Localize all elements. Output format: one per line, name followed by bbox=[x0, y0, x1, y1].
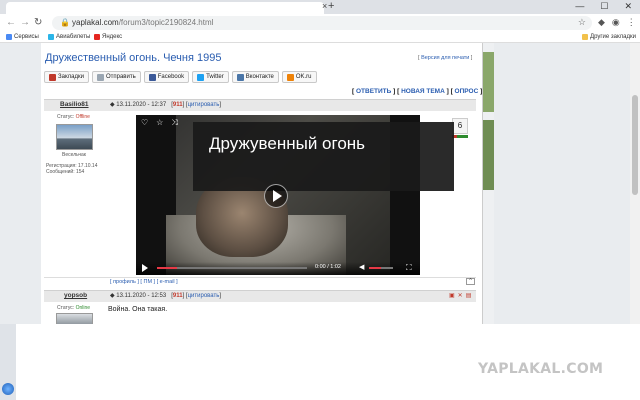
tab-close-icon[interactable]: × bbox=[322, 1, 327, 11]
print-version-link[interactable]: [ Версия для печати ] bbox=[418, 55, 472, 61]
author-rank: Весельчак bbox=[62, 152, 86, 158]
ok-icon bbox=[286, 73, 294, 81]
post-date-2: 13.11.2020 - 12:53 bbox=[116, 293, 167, 299]
author-info: Регистрация: 17.10.14 Сообщений: 154 bbox=[46, 163, 98, 175]
maximize-icon[interactable]: ☐ bbox=[600, 1, 608, 12]
poll-link[interactable]: ОПРОС bbox=[455, 88, 479, 95]
post-meta-2: ◆ 13.11.2020 - 12:53 [911] [цитировать] bbox=[110, 293, 222, 299]
send-button[interactable]: Отправить bbox=[91, 71, 141, 83]
twitter-icon bbox=[197, 73, 205, 81]
report-icon[interactable]: ▣ bbox=[449, 292, 455, 299]
apps-icon bbox=[6, 34, 12, 40]
minimize-icon[interactable]: — bbox=[575, 1, 584, 12]
facebook-icon bbox=[148, 73, 156, 81]
author-status-2: Статус: Online bbox=[57, 305, 91, 311]
quote-link[interactable]: цитировать bbox=[188, 102, 220, 108]
mail-icon bbox=[96, 73, 104, 81]
profile-link[interactable]: профиль bbox=[113, 279, 136, 285]
play-icon[interactable] bbox=[273, 190, 282, 202]
vote-bar bbox=[452, 135, 468, 138]
right-banner[interactable] bbox=[483, 52, 494, 112]
menu-icon[interactable]: ⋮ bbox=[627, 17, 636, 28]
video-top-icons: ♡ ☆ ⤨ bbox=[141, 118, 178, 128]
post-header-2 bbox=[44, 290, 476, 302]
control-play-icon[interactable] bbox=[142, 264, 148, 272]
bookmark-other[interactable]: Другие закладки bbox=[582, 34, 636, 40]
post-rating-2[interactable]: 911 bbox=[173, 293, 183, 299]
new-tab-icon[interactable]: + bbox=[328, 0, 334, 12]
scroll-thumb[interactable] bbox=[632, 95, 638, 195]
post-author[interactable]: Basilio81 bbox=[60, 101, 89, 108]
quote-link-2[interactable]: цитировать bbox=[188, 293, 220, 299]
start-icon[interactable] bbox=[2, 383, 14, 395]
forward-icon[interactable]: → bbox=[20, 17, 30, 28]
browser-tab[interactable] bbox=[6, 2, 324, 14]
post-meta: ◆ 13.11.2020 - 12:37 [911] [цитировать] bbox=[110, 102, 222, 108]
post-header bbox=[44, 99, 476, 111]
avatar bbox=[56, 124, 93, 150]
profile-icon[interactable]: ◉ bbox=[612, 17, 620, 28]
video-title-overlay bbox=[193, 122, 454, 191]
volume-fill bbox=[369, 267, 381, 269]
favorite-icon[interactable]: ☆ bbox=[156, 118, 163, 128]
fullscreen-icon[interactable]: ⛶ bbox=[406, 263, 412, 273]
folder-icon bbox=[582, 34, 588, 40]
post-author-2[interactable]: yopsob bbox=[64, 292, 87, 299]
lock-icon: 🔒 bbox=[60, 18, 70, 27]
twitter-button[interactable]: Twitter bbox=[192, 71, 229, 83]
post-footer: [ профиль ] [ ПМ ] [ e-mail ] bbox=[44, 277, 476, 287]
facebook-button[interactable]: Facebook bbox=[143, 71, 190, 83]
progress-fill bbox=[157, 267, 177, 269]
edit-icon[interactable]: ▤ bbox=[466, 292, 472, 299]
post-date: 13.11.2020 - 12:37 bbox=[116, 102, 167, 108]
email-link[interactable]: e-mail bbox=[160, 279, 175, 285]
yandex-icon bbox=[94, 34, 100, 40]
author-status: Статус: Offline bbox=[57, 114, 90, 120]
plane-icon bbox=[48, 34, 54, 40]
address-bar[interactable]: 🔒 yaplakal.com/forum3/topic2190824.html … bbox=[52, 16, 592, 30]
bookmark-yandex[interactable]: Яндекс bbox=[94, 34, 122, 40]
close-window-icon[interactable]: ✕ bbox=[624, 1, 632, 12]
vk-icon bbox=[236, 73, 244, 81]
url-text: yaplakal.com/forum3/topic2190824.html bbox=[72, 18, 214, 27]
toolbar-icons: ◆ ◉ ⋮ bbox=[598, 17, 636, 28]
vk-button[interactable]: Вконтакте bbox=[231, 71, 279, 83]
bookmark-apps[interactable]: Сервисы bbox=[6, 34, 39, 40]
scroll-up-button[interactable]: ^ bbox=[466, 278, 475, 285]
topic-title: Дружественный огонь. Чечня 1995 bbox=[45, 52, 222, 64]
post-rating[interactable]: 911 bbox=[173, 102, 183, 108]
bookmark-icon bbox=[49, 73, 56, 81]
video-time: 0:00 / 1:02 bbox=[315, 264, 341, 270]
right-banner-2[interactable] bbox=[483, 120, 494, 190]
topic-actions: [ ОТВЕТИТЬ ] [ НОВАЯ ТЕМА ] [ ОПРОС ] bbox=[352, 88, 483, 95]
share-buttons: Закладки Отправить Facebook Twitter Вкон… bbox=[44, 71, 317, 83]
extension-icon[interactable]: ◆ bbox=[598, 17, 605, 28]
reply-link[interactable]: ОТВЕТИТЬ bbox=[356, 88, 391, 95]
bookmark-star-icon[interactable]: ☆ bbox=[578, 17, 586, 28]
post-tools-2: ▣ ✕ ▤ bbox=[449, 292, 471, 299]
bookmarks-share-button[interactable]: Закладки bbox=[44, 71, 89, 83]
watermark-logo: YAPLAKAL.COM bbox=[478, 361, 604, 377]
browser-toolbar: ← → ↻ 🔒 yaplakal.com/forum3/topic2190824… bbox=[0, 14, 640, 32]
tab-strip: × + — ☐ ✕ bbox=[0, 0, 640, 14]
delete-icon[interactable]: ✕ bbox=[458, 292, 463, 299]
bookmark-avia[interactable]: Авиабилеты bbox=[48, 34, 90, 40]
window-controls: — ☐ ✕ bbox=[575, 1, 632, 12]
like-icon[interactable]: ♡ bbox=[141, 118, 148, 128]
volume-icon[interactable]: ◀ bbox=[359, 263, 364, 271]
share-icon[interactable]: ⤨ bbox=[171, 118, 177, 128]
video-title: Дружувенный огонь bbox=[209, 134, 366, 153]
vote-count[interactable]: 6 bbox=[452, 118, 468, 134]
back-icon[interactable]: ← bbox=[6, 17, 16, 28]
ok-button[interactable]: OK.ru bbox=[281, 71, 317, 83]
progress-bar[interactable] bbox=[157, 267, 307, 269]
reload-icon[interactable]: ↻ bbox=[34, 17, 42, 28]
new-topic-link[interactable]: НОВАЯ ТЕМА bbox=[401, 88, 445, 95]
bookmarks-bar: Сервисы Авиабилеты Яндекс Другие закладк… bbox=[0, 32, 640, 43]
pm-link[interactable]: ПМ bbox=[143, 279, 152, 285]
post-message-2: Война. Она такая. bbox=[108, 306, 168, 313]
